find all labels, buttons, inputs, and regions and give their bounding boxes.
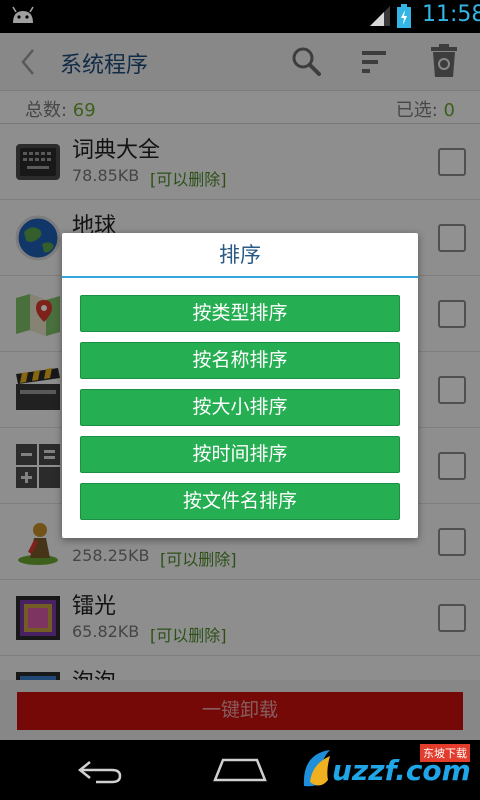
signal-icon bbox=[370, 6, 390, 26]
sort-by-size-button[interactable]: 按大小排序 bbox=[80, 389, 400, 426]
site-watermark: uzzf.com 东坡下载 bbox=[300, 742, 478, 798]
sort-by-filename-button[interactable]: 按文件名排序 bbox=[80, 483, 400, 520]
sort-by-name-button[interactable]: 按名称排序 bbox=[80, 342, 400, 379]
status-bar: 11:58 bbox=[0, 0, 480, 33]
nav-home-icon[interactable] bbox=[213, 758, 267, 782]
sort-by-time-button[interactable]: 按时间排序 bbox=[80, 436, 400, 473]
nav-back-icon[interactable] bbox=[76, 758, 124, 784]
dialog-title: 排序 bbox=[62, 233, 418, 278]
clock: 11:58 bbox=[422, 2, 480, 27]
battery-icon bbox=[397, 4, 411, 28]
android-icon bbox=[12, 6, 34, 23]
sort-dialog: 排序 按类型排序 按名称排序 按大小排序 按时间排序 按文件名排序 bbox=[62, 233, 418, 538]
sort-by-type-button[interactable]: 按类型排序 bbox=[80, 295, 400, 332]
watermark-tag: 东坡下载 bbox=[420, 744, 470, 762]
